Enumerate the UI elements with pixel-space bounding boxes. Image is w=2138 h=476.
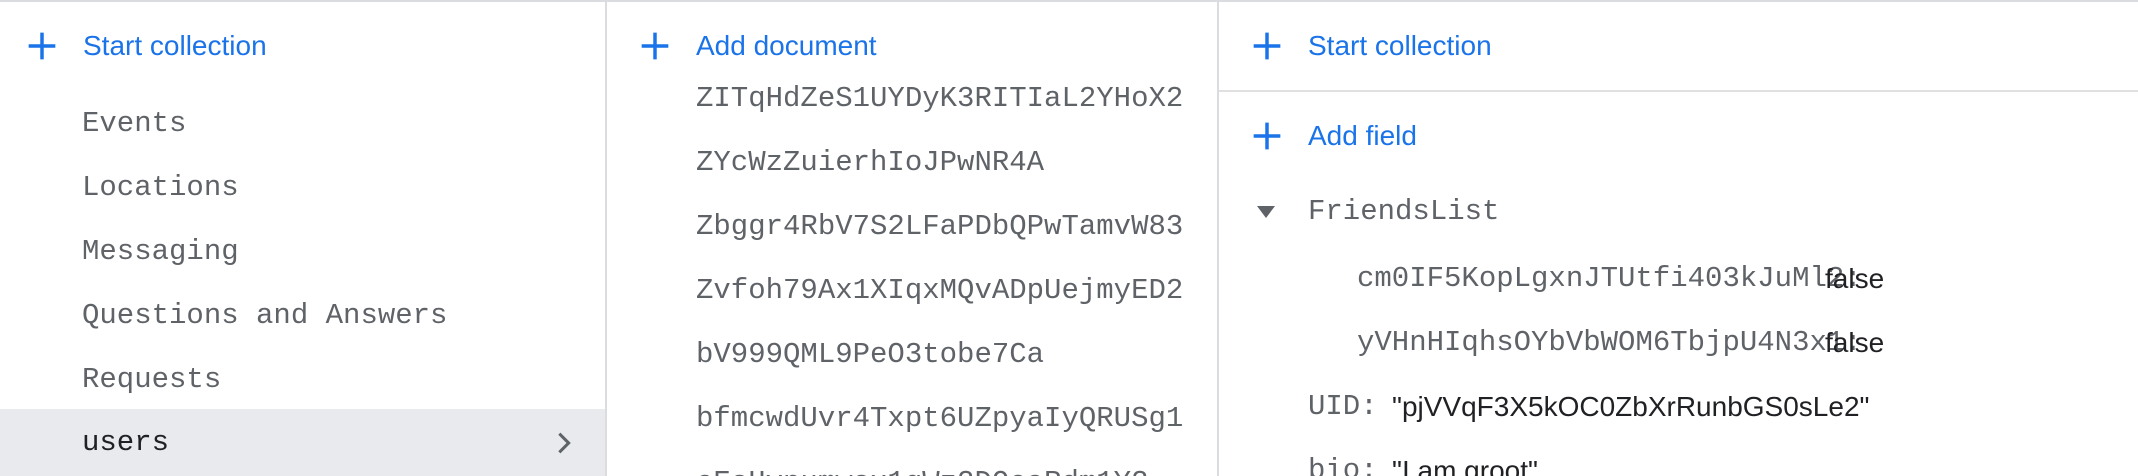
plus-icon [641, 32, 669, 60]
map-entry-key[interactable]: yVHnHIqhsOYbVbWOM6TbjpU4N3x1: [1357, 326, 1862, 359]
map-entry-value[interactable]: false [1825, 327, 1884, 359]
collection-item-messaging[interactable]: Messaging [82, 235, 239, 268]
document-item[interactable]: bV999QML9PeO3tobe7Ca [696, 338, 1044, 371]
start-subcollection-button[interactable]: Start collection [1251, 30, 1492, 62]
start-collection-label: Start collection [83, 30, 267, 61]
document-item[interactable]: ZYcWzZuierhIoJPwNR4A [696, 146, 1044, 179]
collection-item-requests[interactable]: Requests [82, 363, 221, 396]
add-document-label: Add document [696, 30, 877, 61]
field-value-bio[interactable]: "I am groot" [1392, 455, 1538, 476]
plus-icon [1253, 122, 1281, 150]
document-item[interactable]: cEsHvnumwsx1gWz2DQoaRdm1Y2 [696, 466, 1148, 476]
start-collection-button[interactable]: Start collection [26, 30, 267, 62]
plus-icon [28, 32, 56, 60]
chevron-right-icon [558, 432, 571, 454]
collection-item-locations[interactable]: Locations [82, 171, 239, 204]
field-key-friendslist[interactable]: FriendsList [1308, 195, 1499, 228]
fields-divider [1219, 90, 2138, 92]
documents-panel: Add document ZITqHdZeS1UYDyK3RITIaL2YHoX… [607, 2, 1219, 476]
fields-panel: Start collection Add field FriendsList c… [1219, 2, 2138, 476]
collection-item-users[interactable]: users [0, 409, 605, 476]
document-item[interactable]: bfmcwdUvr4Txpt6UZpyaIyQRUSg1 [696, 402, 1183, 435]
collection-item-users-label: users [82, 426, 170, 459]
document-item[interactable]: Zbggr4RbV7S2LFaPDbQPwTamvW83 [696, 210, 1183, 243]
field-value-uid[interactable]: "pjVVqF3X5kOC0ZbXrRunbGS0sLe2" [1392, 391, 1869, 423]
document-item[interactable]: Zvfoh79Ax1XIqxMQvADpUejmyED2 [696, 274, 1183, 307]
add-field-button[interactable]: Add field [1251, 120, 1417, 152]
collection-item-questions-and-answers[interactable]: Questions and Answers [82, 299, 447, 332]
start-collection-label: Start collection [1308, 30, 1492, 61]
collection-item-events[interactable]: Events [82, 107, 186, 140]
add-field-label: Add field [1308, 120, 1417, 151]
collections-panel: Start collection Events Locations Messag… [0, 2, 607, 476]
add-document-button[interactable]: Add document [639, 30, 877, 62]
field-key-uid[interactable]: UID: [1308, 390, 1378, 423]
plus-icon [1253, 32, 1281, 60]
map-entry-key[interactable]: cm0IF5KopLgxnJTUtfi403kJuMl2: [1357, 262, 1862, 295]
field-key-bio[interactable]: bio: [1308, 454, 1378, 476]
collapse-caret-icon[interactable] [1256, 205, 1276, 219]
map-entry-value[interactable]: false [1825, 263, 1884, 295]
document-item[interactable]: ZITqHdZeS1UYDyK3RITIaL2YHoX2 [696, 82, 1183, 115]
